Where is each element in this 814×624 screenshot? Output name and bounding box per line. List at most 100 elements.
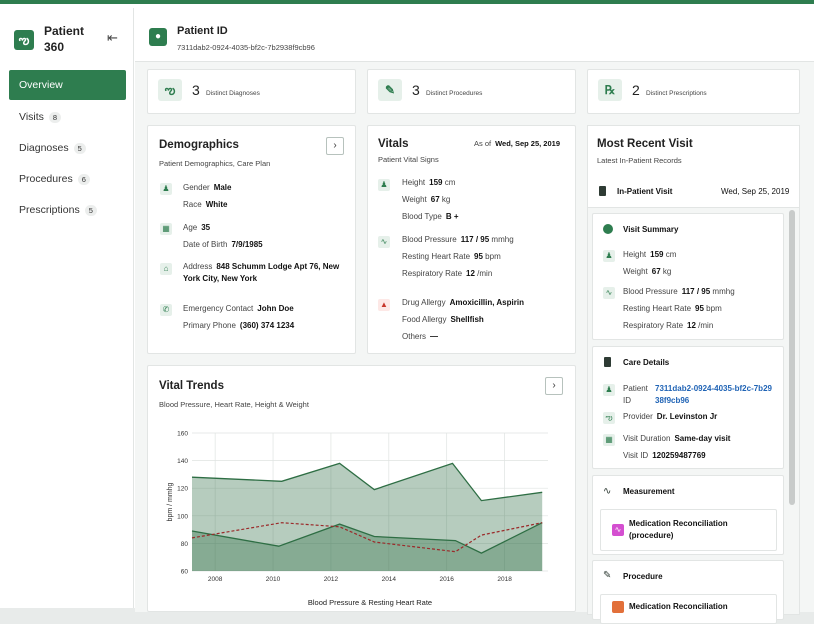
y-axis-label: bpm / mmhg: [167, 482, 174, 521]
visit-id-row: Visit ID 120259487769: [623, 451, 706, 460]
vitals-title: Vitals: [378, 138, 409, 150]
header: ● Patient ID 7311dab2-0924-4035-bf2c-7b2…: [135, 8, 814, 62]
measurement-card: ∿ Measurement ∿ Medication Reconciliatio…: [592, 475, 784, 555]
stat-label: Distinct Prescriptions: [646, 90, 707, 97]
summary-rr-row: Respiratory Rate 12 /min: [623, 321, 714, 330]
y-tick-label: 160: [177, 431, 188, 438]
sidebar-item-diagnoses[interactable]: Diagnoses 5: [9, 133, 126, 163]
y-tick-label: 80: [181, 541, 189, 548]
blood-type-row: Blood Type B +: [402, 212, 459, 221]
stat-value: 2: [632, 82, 640, 98]
sidebar-item-label: Diagnoses: [19, 142, 69, 154]
x-tick-label: 2014: [382, 576, 397, 583]
rx-icon: ℞: [598, 79, 622, 101]
vital-trends-chart: 60 80 100 120 140 160 2008 2010 2012 2014 2016 2018…: [167, 431, 548, 607]
primary-phone-row: Primary Phone (360) 374 1234: [183, 321, 295, 330]
x-tick-label: 2012: [324, 576, 339, 583]
pencil-icon: ✎: [603, 570, 612, 581]
activity-icon: ∿: [612, 524, 624, 536]
chart-title: Blood Pressure & Resting Heart Rate: [308, 598, 432, 607]
y-tick-label: 60: [181, 569, 189, 576]
pencil-icon: ✎: [378, 79, 402, 101]
summary-weight-row: Weight 67 kg: [623, 267, 672, 276]
measurement-item[interactable]: ∿ Medication Reconciliation (procedure): [600, 509, 777, 551]
person-icon: ♟: [160, 183, 172, 195]
weight-row: Weight 67 kg: [402, 195, 451, 204]
summary-bp-row: Blood Pressure 117 / 95 mmhg: [623, 287, 735, 296]
stethoscope-icon: ఌ: [158, 79, 182, 101]
measurement-title: Measurement: [623, 487, 675, 496]
brand: ఌ Patient 360 ⇤: [10, 22, 130, 62]
person-icon: ♟: [603, 384, 615, 396]
patient-id-label: Patient ID: [623, 384, 648, 405]
procedure-item[interactable]: Medication Reconciliation: [600, 594, 777, 624]
sidebar-item-overview[interactable]: Overview: [9, 70, 126, 100]
patient-id-link[interactable]: 7311dab2-0924-4035-bf2c-7b2938f9cb96: [655, 383, 775, 407]
procedure-icon: [612, 601, 624, 613]
heart-rate-row: Resting Heart Rate 95 bpm: [402, 252, 501, 261]
height-row: Height 159 cm: [402, 178, 456, 187]
expand-demographics-button[interactable]: ›: [326, 137, 344, 155]
procedure-title: Procedure: [623, 572, 663, 581]
phone-icon: ✆: [160, 304, 172, 316]
main-content: ఌ 3 Distinct Diagnoses ✎ 3 Distinct Proc…: [135, 62, 814, 624]
visit-summary-title: Visit Summary: [623, 225, 679, 234]
count-badge: 5: [84, 204, 97, 216]
vital-trends-card: Vital Trends Blood Pressure, Heart Rate,…: [147, 365, 576, 612]
clipboard-icon: [604, 357, 611, 367]
sidebar-item-label: Visits: [19, 111, 44, 123]
summary-height-row: Height 159 cm: [623, 250, 677, 259]
stat-label: Distinct Diagnoses: [206, 90, 260, 97]
visit-type: In-Patient Visit: [617, 187, 673, 196]
procedure-card: ✎ Procedure Medication Reconciliation: [592, 560, 784, 624]
visit-date: Wed, Sep 25, 2019: [721, 187, 790, 196]
sidebar-item-label: Prescriptions: [19, 204, 80, 216]
age-row: Age 35: [183, 223, 211, 232]
plus-circle-icon: [603, 224, 613, 234]
address-row: Address 848 Schumm Lodge Apt 76, New York…: [183, 262, 340, 283]
recent-visit-subtitle: Latest In-Patient Records: [597, 156, 682, 165]
heartbeat-icon: ∿: [378, 236, 390, 248]
summary-hr-row: Resting Heart Rate 95 bpm: [623, 304, 722, 313]
x-tick-label: 2008: [208, 576, 223, 583]
recent-visit-title: Most Recent Visit: [597, 138, 693, 150]
dob-row: Date of Birth 7/9/1985: [183, 240, 263, 249]
gender-row: Gender Male: [183, 183, 232, 192]
collapse-sidebar-icon[interactable]: ⇤: [107, 30, 118, 46]
warning-icon: ▲: [378, 299, 390, 311]
y-tick-label: 100: [177, 513, 188, 520]
others-row: Others —: [402, 332, 439, 341]
sidebar-item-prescriptions[interactable]: Prescriptions 5: [9, 195, 126, 225]
vitals-as-of: As of Wed, Sep 25, 2019: [474, 139, 560, 148]
app-window: ఌ Patient 360 ⇤ Overview Visits 8 Diagnos…: [0, 0, 814, 624]
demographics-subtitle: Patient Demographics, Care Plan: [159, 159, 271, 168]
id-card-icon: ●: [149, 28, 167, 46]
emergency-contact-row: Emergency Contact John Doe: [183, 304, 294, 313]
vitals-subtitle: Patient Vital Signs: [378, 155, 439, 164]
stethoscope-logo-icon: ఌ: [14, 30, 34, 50]
drug-allergy-row: Drug Allergy Amoxicillin, Aspirin: [402, 298, 524, 307]
heartbeat-icon: ∿: [603, 287, 615, 299]
food-allergy-row: Food Allergy Shellfish: [402, 315, 484, 324]
stat-card-diagnoses: ఌ 3 Distinct Diagnoses: [147, 69, 356, 114]
stat-label: Distinct Procedures: [426, 90, 483, 97]
recent-visit-scrollbar[interactable]: [789, 210, 795, 505]
person-icon: ♟: [603, 250, 615, 262]
brand-title: Patient 360: [44, 24, 85, 54]
recent-visit-header: Most Recent Visit Latest In-Patient Reco…: [588, 126, 799, 208]
x-tick-label: 2018: [497, 576, 512, 583]
calendar-icon: ▦: [603, 434, 615, 446]
care-details-title: Care Details: [623, 358, 670, 367]
stat-value: 3: [192, 82, 200, 98]
y-tick-label: 120: [177, 486, 188, 493]
sidebar-item-visits[interactable]: Visits 8: [9, 102, 126, 132]
y-tick-label: 140: [177, 458, 188, 465]
blood-pressure-row: Blood Pressure 117 / 95 mmhg: [402, 235, 514, 244]
stat-card-procedures: ✎ 3 Distinct Procedures: [367, 69, 576, 114]
sidebar-item-procedures[interactable]: Procedures 6: [9, 164, 126, 194]
procedure-item-label: Medication Reconciliation: [629, 602, 728, 611]
visit-summary-card: Visit Summary ♟ Height 159 cm Weight 67 kg…: [592, 213, 784, 340]
count-badge: 6: [77, 173, 90, 185]
stat-card-prescriptions: ℞ 2 Distinct Prescriptions: [587, 69, 800, 114]
vitals-card: Vitals Patient Vital Signs As of Wed, Sep…: [367, 125, 576, 354]
